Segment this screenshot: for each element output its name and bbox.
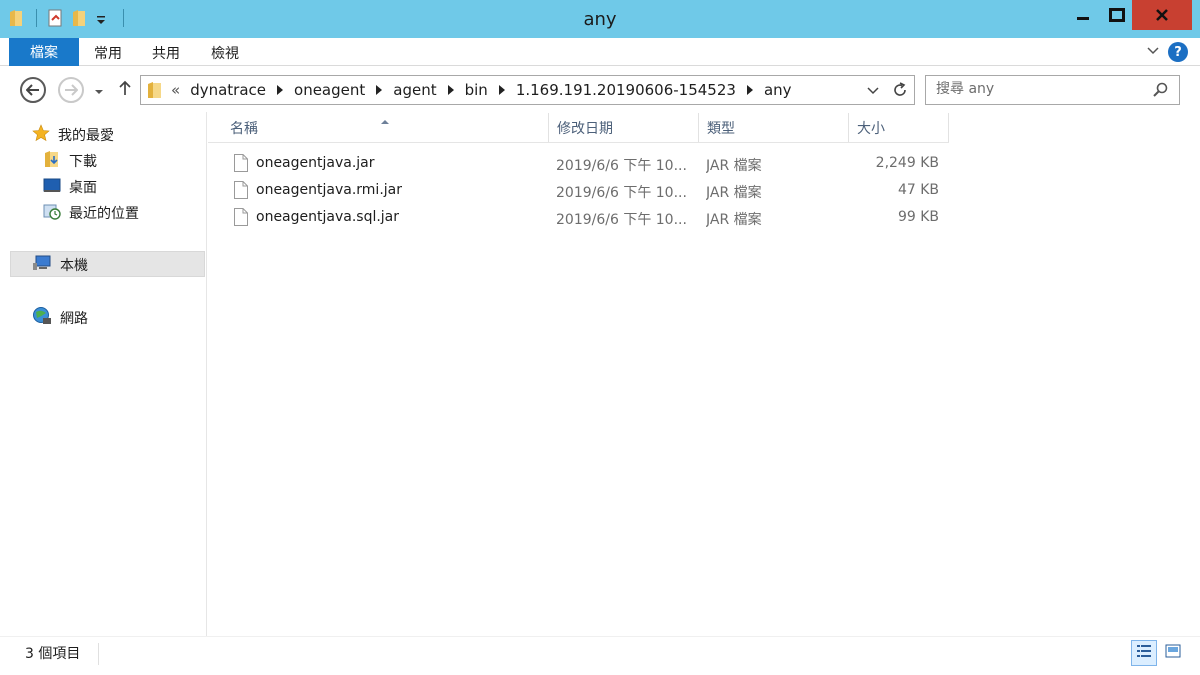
downloads-folder-icon [43, 150, 61, 172]
navigation-pane: 我的最愛 下載 桌面 最近的位置 本機 網路 [0, 112, 207, 636]
file-date: 2019/6/6 下午 10... [556, 185, 687, 201]
nav-item-label: 下載 [69, 154, 97, 170]
file-row[interactable]: oneagentjava.sql.jar 2019/6/6 下午 10... J… [208, 205, 949, 231]
file-icon [234, 181, 248, 199]
chevron-right-icon[interactable] [746, 85, 753, 95]
tab-share[interactable]: 共用 [152, 43, 180, 63]
breadcrumb-item[interactable]: oneagent [288, 81, 371, 99]
column-header-label: 修改日期 [557, 121, 613, 137]
nav-item-favorites[interactable]: 我的最愛 [32, 124, 114, 146]
file-icon [234, 208, 248, 226]
file-name: oneagentjava.rmi.jar [256, 182, 402, 198]
column-header-label: 類型 [707, 121, 735, 137]
file-size: 99 KB [897, 209, 939, 225]
minimize-button[interactable] [1064, 0, 1102, 30]
refresh-icon[interactable] [891, 81, 909, 103]
status-divider [98, 643, 99, 665]
nav-item-downloads[interactable]: 下載 [43, 150, 97, 172]
nav-item-this-pc[interactable]: 本機 [32, 254, 88, 276]
nav-item-network[interactable]: 網路 [32, 306, 88, 330]
close-button[interactable] [1132, 0, 1192, 30]
details-view-button[interactable] [1131, 640, 1157, 666]
tab-home[interactable]: 常用 [94, 43, 122, 63]
details-view-icon [1136, 643, 1152, 663]
breadcrumb-item[interactable]: agent [387, 81, 442, 99]
file-type: JAR 檔案 [706, 185, 762, 201]
column-header-name[interactable]: 名稱 [222, 113, 549, 143]
item-count: 3 個項目 [25, 646, 81, 662]
search-input[interactable] [936, 81, 1136, 97]
file-row[interactable]: oneagentjava.rmi.jar 2019/6/6 下午 10... J… [208, 178, 949, 204]
folder-icon [147, 81, 163, 103]
large-icons-view-icon [1165, 643, 1181, 663]
file-icon [234, 154, 248, 172]
column-header-type[interactable]: 類型 [699, 113, 849, 143]
search-box[interactable] [925, 75, 1180, 105]
forward-button[interactable] [58, 77, 84, 103]
nav-item-label: 網路 [60, 311, 88, 327]
breadcrumb-item[interactable]: bin [459, 81, 494, 99]
tab-file[interactable]: 檔案 [9, 38, 79, 66]
chevron-right-icon[interactable] [376, 85, 383, 95]
sort-ascending-icon [380, 113, 390, 129]
file-name: oneagentjava.jar [256, 155, 375, 171]
breadcrumb-item[interactable]: 1.169.191.20190606-154523 [510, 81, 742, 99]
ribbon-tabs: 檔案 常用 共用 檢視 ? [0, 38, 1200, 66]
back-button[interactable] [20, 77, 46, 103]
recent-locations-icon[interactable] [94, 84, 104, 100]
up-arrow-icon[interactable] [118, 80, 132, 100]
file-date: 2019/6/6 下午 10... [556, 158, 687, 174]
star-icon [32, 124, 50, 146]
chevron-right-icon[interactable] [277, 85, 284, 95]
chevron-right-icon[interactable] [447, 85, 454, 95]
address-dropdown-icon[interactable] [867, 84, 879, 100]
header-divider [208, 142, 949, 143]
file-type: JAR 檔案 [706, 212, 762, 228]
address-bar[interactable]: « dynatrace oneagent agent bin 1.169.191… [140, 75, 915, 105]
window-title: any [583, 9, 617, 30]
help-icon[interactable]: ? [1168, 42, 1188, 62]
recent-places-icon [43, 202, 61, 224]
navigation-bar: « dynatrace oneagent agent bin 1.169.191… [0, 67, 1200, 111]
file-row[interactable]: oneagentjava.jar 2019/6/6 下午 10... JAR 檔… [208, 151, 949, 177]
expand-ribbon-icon[interactable] [1146, 43, 1160, 61]
desktop-icon [43, 176, 61, 198]
breadcrumb-item[interactable]: dynatrace [184, 81, 272, 99]
large-icons-view-button[interactable] [1160, 640, 1186, 666]
nav-item-label: 我的最愛 [58, 128, 114, 144]
nav-item-desktop[interactable]: 桌面 [43, 176, 97, 198]
tab-view[interactable]: 檢視 [211, 43, 239, 63]
title-bar: any [0, 0, 1200, 38]
search-icon[interactable] [1152, 81, 1170, 103]
column-header-label: 大小 [857, 121, 885, 137]
file-type: JAR 檔案 [706, 158, 762, 174]
computer-icon [32, 254, 52, 276]
breadcrumb-overflow[interactable]: « [171, 81, 184, 99]
column-header-date[interactable]: 修改日期 [549, 113, 699, 143]
file-name: oneagentjava.sql.jar [256, 209, 400, 225]
breadcrumb: « dynatrace oneagent agent bin 1.169.191… [171, 81, 798, 99]
breadcrumb-item[interactable]: any [758, 81, 798, 99]
column-header-size[interactable]: 大小 [849, 113, 949, 143]
file-size: 2,249 KB [875, 155, 939, 171]
file-size: 47 KB [897, 182, 939, 198]
nav-item-label: 桌面 [69, 180, 97, 196]
file-date: 2019/6/6 下午 10... [556, 212, 687, 228]
column-header-label: 名稱 [230, 121, 258, 137]
chevron-right-icon[interactable] [498, 85, 505, 95]
status-bar: 3 個項目 [0, 636, 1200, 675]
nav-item-label: 本機 [60, 258, 88, 274]
nav-item-recent[interactable]: 最近的位置 [43, 202, 139, 224]
maximize-button[interactable] [1102, 0, 1132, 30]
nav-item-label: 最近的位置 [69, 206, 139, 222]
network-icon [32, 306, 52, 330]
